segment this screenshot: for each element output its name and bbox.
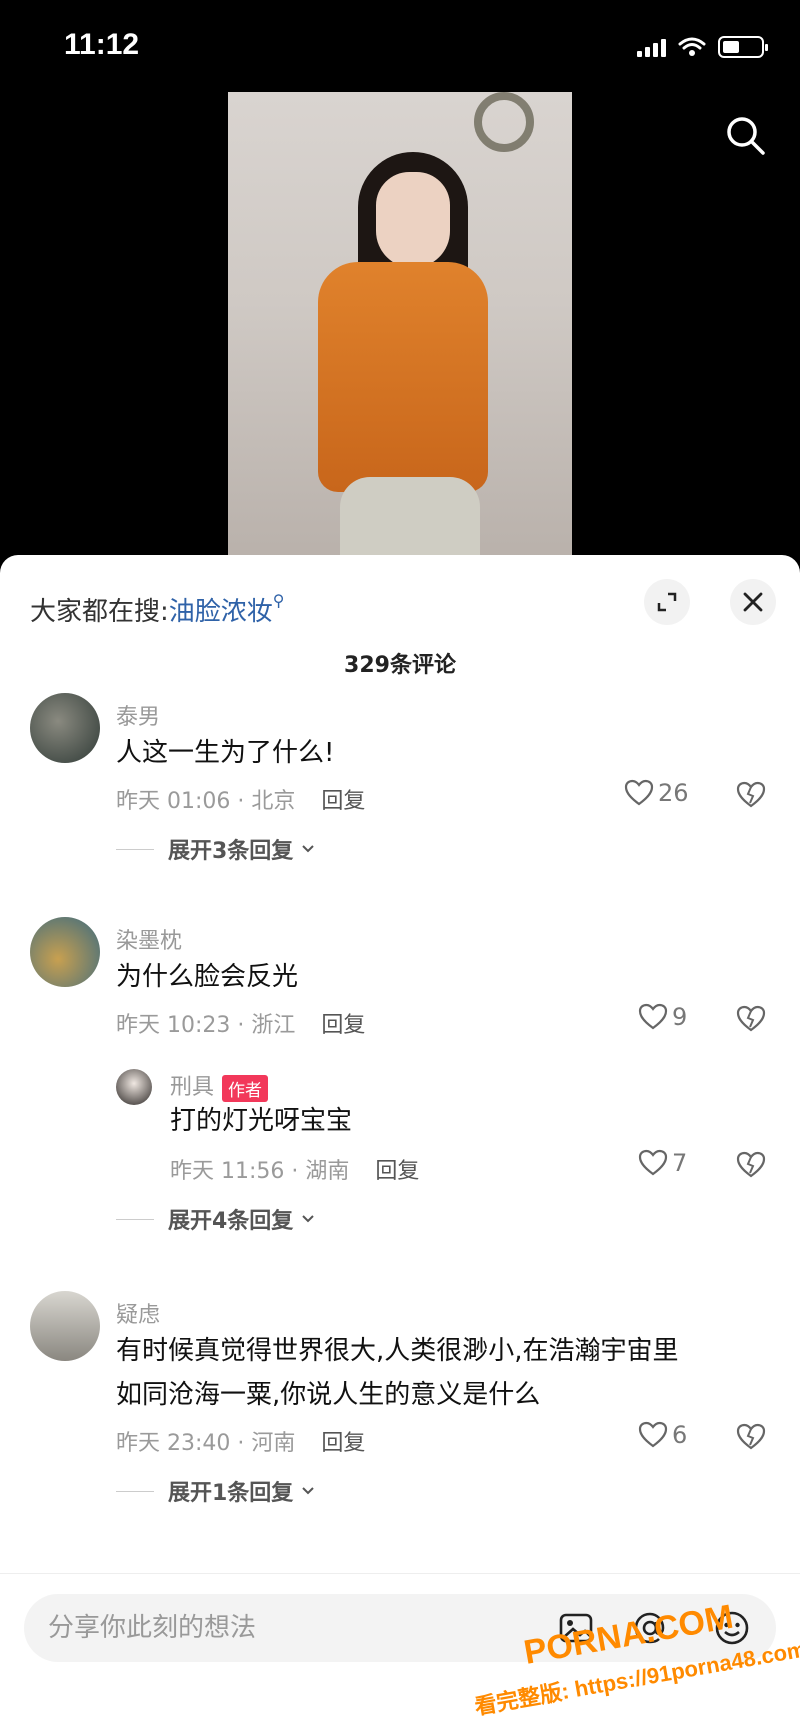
video-frame [228, 92, 572, 560]
video-player[interactable] [0, 90, 800, 560]
status-time: 11:12 [64, 28, 140, 61]
like-count: 6 [672, 1421, 688, 1449]
avatar[interactable] [116, 1069, 152, 1105]
comment-meta: 昨天 01:06 · 北京 回复 [116, 783, 365, 815]
comment-input-container [24, 1594, 776, 1662]
like-button[interactable]: 6 [638, 1421, 687, 1449]
avatar[interactable] [30, 917, 100, 987]
broken-heart-icon[interactable] [736, 1151, 766, 1179]
trending-term-link[interactable]: 油脸浓妆 [169, 597, 273, 627]
like-button[interactable]: 7 [638, 1149, 687, 1177]
trending-search: 大家都在搜:油脸浓妆⚲ [30, 591, 285, 628]
comment-meta: 昨天 23:40 · 河南 回复 [116, 1425, 365, 1457]
wifi-icon [678, 37, 706, 56]
expand-replies-label: 展开3条回复 [168, 839, 294, 864]
reply-time-location: 昨天 11:56 · 湖南 [170, 1159, 350, 1184]
close-button[interactable] [730, 579, 776, 625]
heart-icon [638, 1149, 668, 1176]
reply-text: 打的灯光呀宝宝 [170, 1106, 353, 1136]
battery-icon [718, 36, 768, 58]
like-count: 9 [672, 1003, 688, 1031]
like-button[interactable]: 9 [638, 1003, 687, 1031]
comment-text: 人这一生为了什么! [116, 738, 335, 768]
comment-count: 329条评论 [344, 653, 456, 678]
reply-button[interactable]: 回复 [375, 1159, 419, 1184]
heart-icon [638, 1003, 668, 1030]
heart-icon [638, 1421, 668, 1448]
like-button[interactable]: 26 [624, 779, 689, 807]
expand-replies-button[interactable]: 展开4条回复 [116, 1203, 317, 1235]
search-icon: ⚲ [272, 591, 285, 610]
reply-meta: 昨天 11:56 · 湖南 回复 [170, 1153, 419, 1185]
comment-meta: 昨天 10:23 · 浙江 回复 [116, 1007, 365, 1039]
expand-replies-label: 展开1条回复 [168, 1481, 294, 1506]
signal-icon [637, 37, 666, 57]
reply-username[interactable]: 刑具 [170, 1075, 214, 1100]
search-icon[interactable] [722, 112, 768, 158]
sheet-header: 大家都在搜:油脸浓妆⚲ [0, 579, 800, 639]
comment-time-location: 昨天 10:23 · 浙江 [116, 1013, 296, 1038]
chevron-down-icon [302, 1487, 315, 1495]
comment-text-line-2: 如同沧海一粟,你说人生的意义是什么 [116, 1380, 541, 1410]
comment-input[interactable] [48, 1610, 548, 1646]
comment-text-line-1: 有时候真觉得世界很大,人类很渺小,在浩瀚宇宙里 [116, 1336, 679, 1366]
chevron-down-icon [302, 845, 315, 853]
broken-heart-icon[interactable] [736, 1005, 766, 1033]
expand-button[interactable] [644, 579, 690, 625]
expand-replies-label: 展开4条回复 [168, 1209, 294, 1234]
reply-username-row: 刑具 作者 [170, 1069, 269, 1102]
author-badge: 作者 [222, 1074, 269, 1102]
emoji-icon[interactable] [712, 1608, 752, 1648]
broken-heart-icon[interactable] [736, 1423, 766, 1451]
at-icon[interactable] [630, 1608, 670, 1648]
like-count: 7 [672, 1149, 688, 1177]
reply-button[interactable]: 回复 [321, 789, 365, 814]
heart-icon [624, 779, 654, 806]
reply-button[interactable]: 回复 [321, 1431, 365, 1456]
expand-replies-button[interactable]: 展开3条回复 [116, 833, 317, 865]
image-icon[interactable] [556, 1608, 596, 1648]
comment-username[interactable]: 泰男 [116, 699, 160, 731]
comment-time-location: 昨天 23:40 · 河南 [116, 1431, 296, 1456]
status-bar: 11:12 [0, 0, 800, 90]
comment-time-location: 昨天 01:06 · 北京 [116, 789, 296, 814]
trending-label: 大家都在搜: [30, 597, 169, 627]
broken-heart-icon[interactable] [736, 781, 766, 809]
comment-input-bar [0, 1573, 800, 1733]
reply-button[interactable]: 回复 [321, 1013, 365, 1038]
comments-sheet: 大家都在搜:油脸浓妆⚲ 329条评论 泰男 人这一生为了什么! 昨天 01:06… [0, 555, 800, 1733]
close-icon [743, 592, 763, 612]
comment-text: 为什么脸会反光 [116, 962, 299, 992]
status-icons [637, 36, 768, 58]
comment-username[interactable]: 疑虑 [116, 1297, 160, 1329]
expand-replies-button[interactable]: 展开1条回复 [116, 1475, 317, 1507]
expand-icon [657, 592, 677, 612]
comment-username[interactable]: 染墨枕 [116, 923, 182, 955]
chevron-down-icon [302, 1215, 315, 1223]
avatar[interactable] [30, 693, 100, 763]
avatar[interactable] [30, 1291, 100, 1361]
like-count: 26 [658, 779, 689, 807]
